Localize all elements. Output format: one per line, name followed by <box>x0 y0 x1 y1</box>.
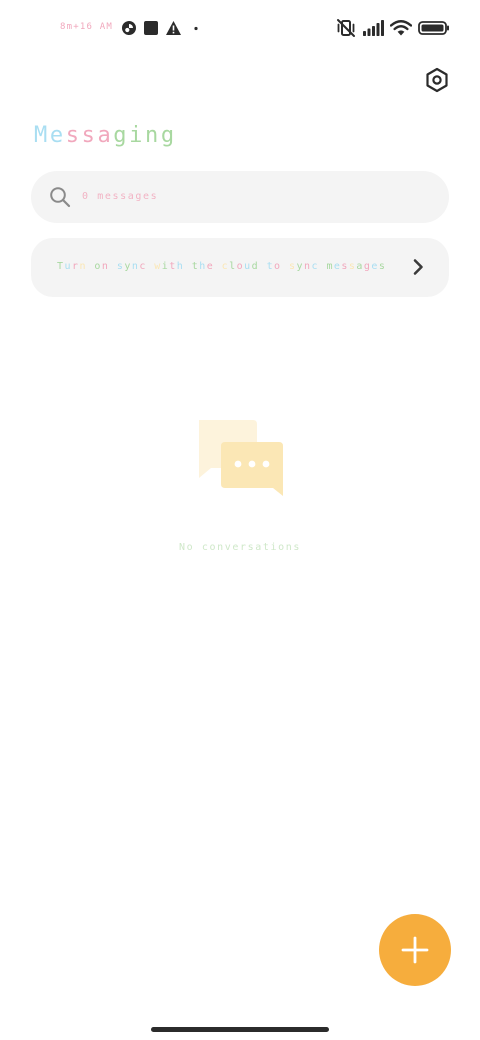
vibrate-off-icon <box>337 19 355 37</box>
status-bar: 8m+16 AM <box>0 0 480 56</box>
status-time: 8m+16 AM <box>60 22 113 32</box>
new-conversation-button[interactable] <box>379 914 451 986</box>
plus-icon <box>401 936 429 964</box>
settings-button[interactable] <box>421 64 453 96</box>
more-dot-icon <box>194 26 198 30</box>
warning-icon <box>166 20 181 35</box>
notification-app-icon <box>122 20 136 35</box>
battery-icon <box>418 21 449 35</box>
page-title: Messaging <box>34 123 177 148</box>
status-left-icons <box>121 19 200 36</box>
cloud-sync-banner[interactable]: Turn on sync with the cloud to sync mess… <box>31 238 449 297</box>
status-right-icons <box>336 18 450 38</box>
signal-icon <box>363 20 384 36</box>
empty-state-text: No conversations <box>179 542 301 553</box>
search-bar[interactable]: 0 messages <box>31 171 449 223</box>
cloud-sync-text: Turn on sync with the cloud to sync mess… <box>57 261 387 272</box>
home-indicator[interactable] <box>151 1027 329 1032</box>
search-icon <box>50 187 71 208</box>
wifi-icon <box>390 20 412 36</box>
settings-hexagon-icon <box>426 67 448 93</box>
chat-bubbles-icon <box>199 420 283 496</box>
search-input[interactable]: 0 messages <box>82 189 158 205</box>
chevron-right-icon <box>413 259 423 275</box>
stop-square-icon <box>144 20 158 35</box>
